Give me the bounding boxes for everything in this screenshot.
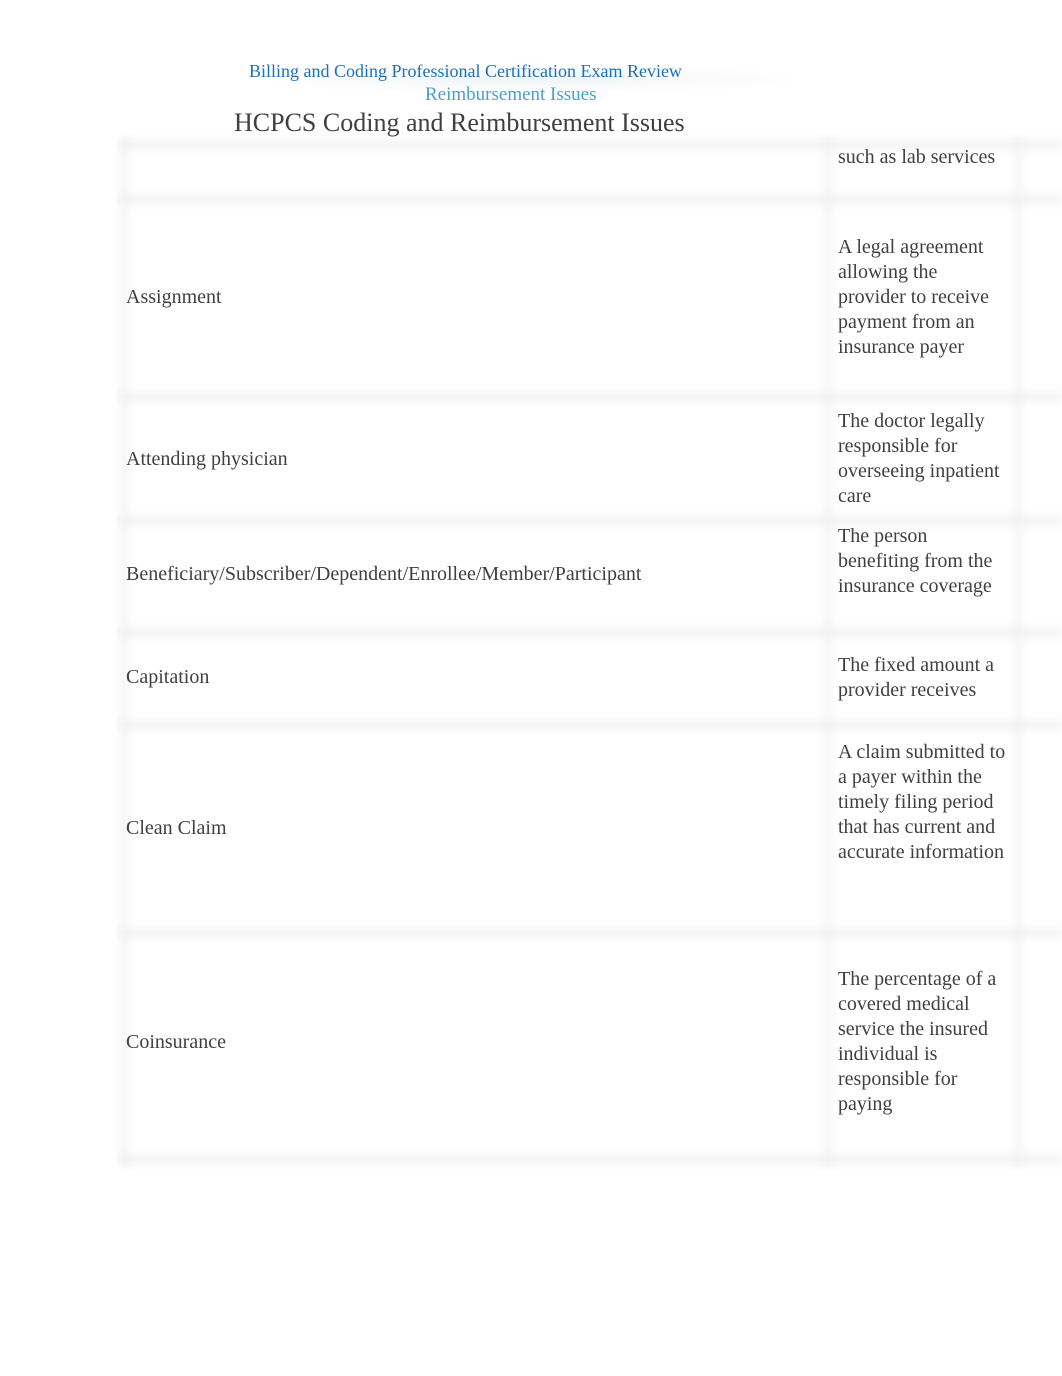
definition-cell: The fixed amount a provider receives bbox=[838, 654, 995, 701]
table-row: Coinsurance The percentage of a covered … bbox=[118, 930, 1062, 1156]
course-title: Billing and Coding Professional Certific… bbox=[249, 61, 682, 81]
term-cell: Attending physician bbox=[126, 448, 288, 470]
table-row: such as lab services bbox=[118, 138, 1062, 198]
definition-cell: such as lab services bbox=[838, 146, 996, 168]
table-row: Beneficiary/Subscriber/Dependent/Enrolle… bbox=[118, 518, 1062, 630]
definition-cell: The doctor legally responsible for overs… bbox=[838, 410, 1000, 507]
table-row: Attending physician The doctor legally r… bbox=[118, 394, 1062, 518]
table-row: Clean Claim A claim submitted to a payer… bbox=[118, 722, 1062, 930]
table-row: Assignment A legal agreement allowing th… bbox=[118, 198, 1062, 394]
definition-cell: A claim submitted to a payer within the … bbox=[838, 741, 1006, 863]
term-cell: Capitation bbox=[126, 666, 210, 688]
definition-cell: A legal agreement allowing the provider … bbox=[838, 236, 990, 358]
term-cell: Beneficiary/Subscriber/Dependent/Enrolle… bbox=[126, 563, 642, 585]
term-cell: Clean Claim bbox=[126, 817, 227, 839]
section-title: Reimbursement Issues bbox=[425, 84, 597, 105]
glossary-table: such as lab services Assignment A legal … bbox=[118, 138, 1062, 1166]
definition-cell: The percentage of a covered medical serv… bbox=[838, 968, 997, 1115]
term-cell: Coinsurance bbox=[126, 1031, 226, 1053]
definition-cell: The person benefiting from the insurance… bbox=[838, 525, 993, 597]
page-title: HCPCS Coding and Reimbursement Issues bbox=[234, 108, 685, 137]
term-cell: Assignment bbox=[126, 286, 222, 308]
table-row: Capitation The fixed amount a provider r… bbox=[118, 630, 1062, 722]
